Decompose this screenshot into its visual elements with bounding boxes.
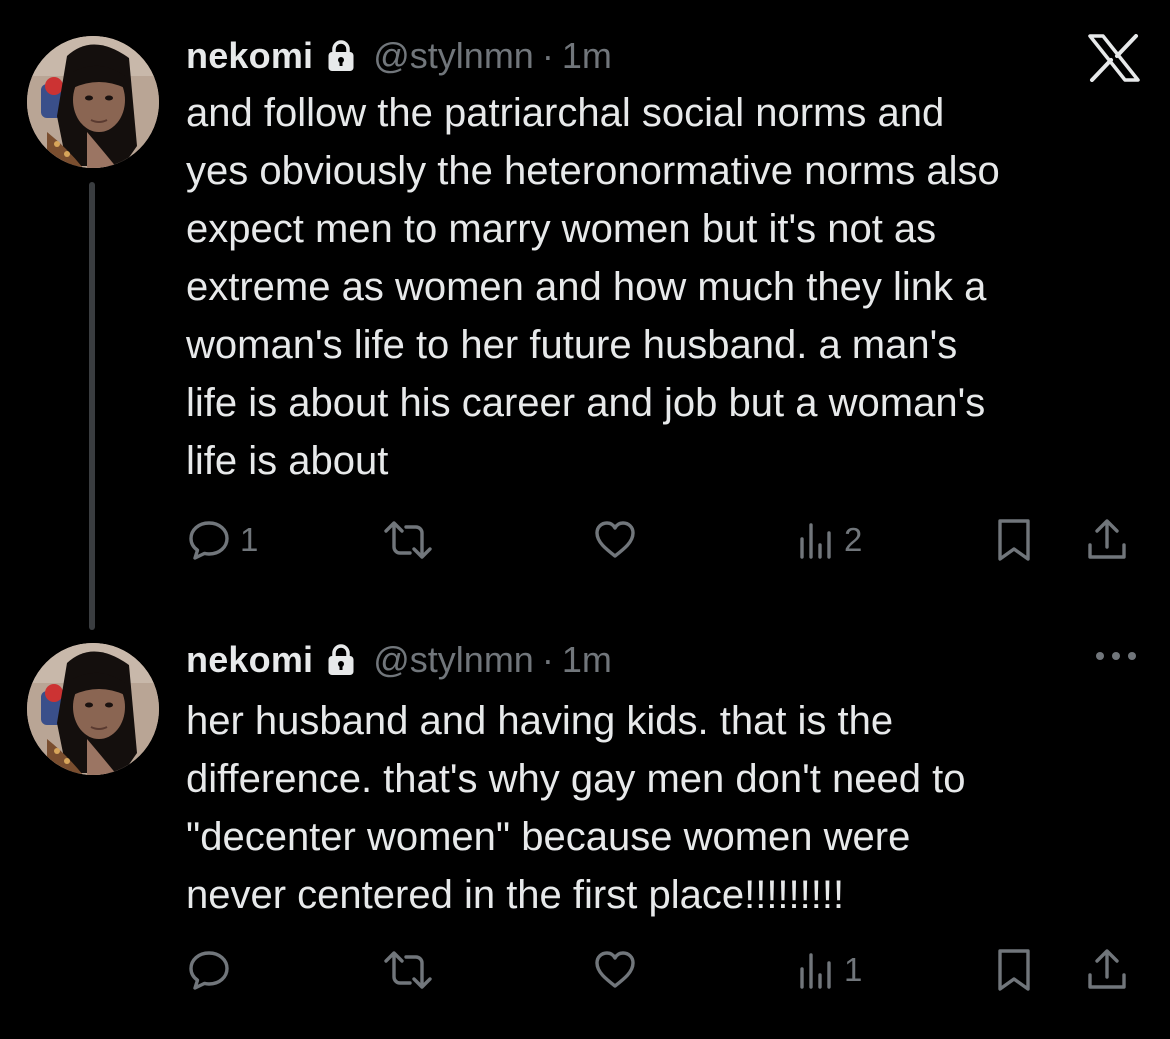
share-icon (1084, 517, 1130, 563)
reply-count: 1 (240, 521, 259, 558)
like-button[interactable] (592, 514, 646, 566)
timestamp[interactable]: 1m (562, 35, 612, 77)
separator-dot: · (541, 35, 554, 76)
retweet-button[interactable] (382, 514, 442, 566)
tweet-actions: 1 2 (186, 514, 1146, 566)
timestamp[interactable]: 1m (562, 639, 612, 681)
view-count: 1 (844, 951, 863, 988)
x-logo-icon (1088, 34, 1140, 82)
views-icon (796, 517, 836, 563)
share-button[interactable] (1084, 514, 1130, 566)
tweet-header: nekomi @stylnmn · 1m (186, 636, 612, 684)
like-icon (592, 517, 638, 563)
retweet-button[interactable] (382, 944, 442, 996)
user-handle[interactable]: @stylnmn (373, 639, 534, 681)
retweet-icon (382, 517, 434, 563)
reply-icon (186, 517, 232, 563)
display-name[interactable]: nekomi (186, 639, 313, 681)
tweet-actions: 1 (186, 944, 1146, 996)
reply-button[interactable]: 1 (186, 514, 258, 566)
tweet-text: and follow the patriarchal social norms … (186, 91, 1000, 483)
bookmark-button[interactable] (994, 944, 1034, 996)
retweet-icon (382, 947, 434, 993)
tweet-header: nekomi @stylnmn · 1m (186, 32, 612, 80)
more-icon[interactable] (1094, 648, 1138, 664)
reply-icon (186, 947, 232, 993)
tweet[interactable]: nekomi @stylnmn · 1m and follow the patr… (0, 0, 1170, 600)
display-name[interactable]: nekomi (186, 35, 313, 77)
share-button[interactable] (1084, 944, 1130, 996)
bookmark-button[interactable] (994, 514, 1034, 566)
avatar[interactable] (27, 36, 159, 168)
like-icon (592, 947, 638, 993)
tweet-text: her husband and having kids. that is the… (186, 699, 966, 917)
views-button[interactable]: 1 (796, 944, 862, 996)
share-icon (1084, 947, 1130, 993)
like-button[interactable] (592, 944, 646, 996)
lock-icon (327, 39, 355, 73)
views-button[interactable]: 2 (796, 514, 862, 566)
tweet[interactable]: nekomi @stylnmn · 1m her husband and hav… (0, 620, 1170, 1039)
avatar[interactable] (27, 643, 159, 775)
view-count: 2 (844, 521, 863, 558)
user-handle[interactable]: @stylnmn (373, 35, 534, 77)
reply-button[interactable] (186, 944, 240, 996)
bookmark-icon (994, 517, 1034, 563)
separator-dot: · (541, 639, 554, 680)
lock-icon (327, 643, 355, 677)
views-icon (796, 947, 836, 993)
bookmark-icon (994, 947, 1034, 993)
